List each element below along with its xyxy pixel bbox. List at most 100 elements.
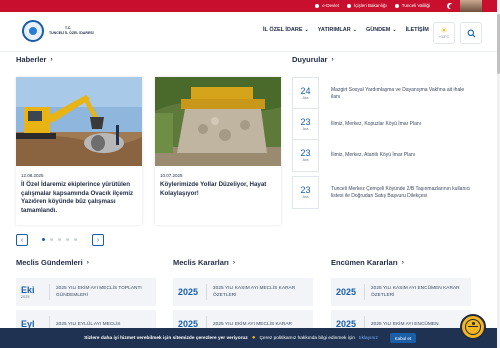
chevron-down-icon: ⌄ [352,27,357,33]
chevron-right-icon: › [232,259,236,266]
agenda-date: Eki 2025 [21,278,35,306]
logo-line-2: TUNCELİ İL ÖZEL İDARESİ [49,31,94,35]
news-image-excavator [16,77,142,166]
top-link-edevlet[interactable]: e-Devlet [315,2,339,10]
nav-iletisim[interactable]: İLETİŞİM [406,27,429,33]
slider-dot[interactable] [42,238,45,241]
announcement-text: İlimiz, Merkez, Atantlı Köyü İmar Planı [331,152,416,158]
top-link-valilik[interactable]: Tunceli Valiliği [394,2,430,10]
announcement-item[interactable]: 24 Ara Mazgirt Sosyal Yardımlaşma ve Day… [292,77,470,110]
slider-next-button[interactable]: › [92,234,104,246]
agenda-year: 2025 [21,294,30,299]
encumen-kararlari-heading[interactable]: Encümen Kararları › [331,258,404,267]
section-title: Encümen Kararları [331,258,398,267]
accessibility-icon [465,319,481,335]
top-link-label: İçişleri Bakanlığı [353,3,387,8]
slider-dot[interactable] [50,238,53,241]
section-title: Meclis Kararları [173,258,229,267]
meclis-gundemleri-heading[interactable]: Meclis Gündemleri › [16,258,89,267]
announcement-month: Ara [302,158,309,162]
slider-dot[interactable] [58,238,61,241]
nav-label: GÜNDEM [365,27,391,33]
duyurular-heading[interactable]: Duyurular › [292,55,334,64]
header: T.C. TUNCELİ İL ÖZEL İDARESİ İL ÖZEL İDA… [0,12,500,52]
news-date: 12.08.2025 [21,173,44,178]
council-decision-year-value: 2025 [336,287,357,297]
cookie-policy-link[interactable]: tıklayınız [359,336,378,341]
chevron-right-icon: › [86,259,89,266]
slider-prev-button[interactable]: ‹ [16,234,28,246]
announcement-month: Ara [302,96,309,100]
top-link-icisleri[interactable]: İçişleri Bakanlığı [346,2,387,10]
council-decision-item[interactable]: 2025 2025 YILI KASIM AYI ENCÜMEN KARAR Ö… [331,278,471,306]
news-image-road-work [155,77,281,166]
news-title: Köylerimizde Yollar Düzeliyor, Hayat Kol… [160,181,267,197]
news-date: 10.07.2025 [160,173,183,178]
council-decision-text: 2025 YILI KASIM AYI ENCÜMEN KARAR ÖZETLE… [371,286,460,298]
announcement-item[interactable]: 23 Ara İlimiz, Merkez, Kopuzlar Köyü İma… [292,108,470,141]
slider-dot[interactable] [74,238,77,241]
site-logo[interactable]: T.C. TUNCELİ İL ÖZEL İDARESİ [22,20,94,42]
section-title: Haberler [16,55,47,64]
weather-widget[interactable]: ☀ +13°C [433,22,455,44]
announcement-date: 24 Ara [292,77,319,110]
chevron-right-icon: › [401,259,404,266]
cookie-icon: ● [251,335,256,341]
announcement-day: 23 [300,148,311,158]
nav-il-ozel-idare[interactable]: İL ÖZEL İDARE ⌄ [263,27,309,33]
announcement-item[interactable]: 23 Ara Tunceli Merkez Çemçeli Köyünde 2/… [292,176,471,209]
chevron-down-icon: ⌄ [392,27,397,33]
top-link-label: e-Devlet [322,3,339,8]
logo-text: T.C. TUNCELİ İL ÖZEL İDARESİ [49,26,94,36]
news-card[interactable]: 12.08.2025 İl Özel İdaremiz ekiplerince … [16,77,142,225]
chevron-right-icon: › [331,56,334,63]
slider-dot[interactable] [66,238,69,241]
haberler-heading[interactable]: Haberler › [16,55,53,64]
bullet-icon [394,3,399,8]
agenda-item[interactable]: Eki 2025 2025 YILI EKİM AYI MECLİS TOPLA… [16,278,156,306]
bullet-icon [346,3,351,8]
agenda-text: 2025 YILI EKİM AYI MECLİS TOPLANTI GÜNDE… [56,286,142,298]
crescent-icon [447,3,454,9]
president-portrait[interactable] [460,0,482,12]
decision-item[interactable]: 2025 2025 YILI KASIM AYI MECLİS KARAR ÖZ… [173,278,313,306]
meclis-kararlari-heading[interactable]: Meclis Kararları › [173,258,235,267]
chevron-right-icon: › [50,56,53,63]
section-title: Meclis Gündemleri [16,258,83,267]
agenda-month: Eki [21,284,35,295]
announcement-day: 24 [300,86,311,96]
chevron-right-icon: › [96,236,100,244]
chevron-left-icon: ‹ [20,236,24,244]
decision-year-value: 2025 [178,287,199,297]
top-link-label: Tunceli Valiliği [401,3,430,8]
divider [49,284,50,300]
cookie-message-bold: Sizlere daha iyi hizmet verebilmek için … [84,335,248,341]
cookie-accept-button[interactable]: Kabul et [389,333,416,343]
announcement-day: 23 [300,117,311,127]
cookie-message: Sizlere daha iyi hizmet verebilmek için … [84,336,248,341]
nav-gundem[interactable]: GÜNDEM ⌄ [366,27,397,33]
turkish-flag-icon[interactable] [441,0,459,12]
announcement-day: 23 [300,185,311,195]
accessibility-button[interactable] [460,314,486,340]
chevron-down-icon: ⌄ [304,27,309,33]
decision-text: 2025 YILI KASIM AYI MECLİS KARAR ÖZETLER… [213,286,296,298]
section-title: Duyurular [292,55,328,64]
nav-label: YATIRIMLAR [317,27,351,33]
slider-dots [42,238,77,241]
announcement-item[interactable]: 23 Ara İlimiz, Merkez, Atantlı Köyü İmar… [292,139,470,172]
news-card[interactable]: 10.07.2025 Köylerimizde Yollar Düzeliyor… [155,77,281,225]
logo-emblem-icon [22,20,44,42]
news-title: İl Özel İdaremiz ekiplerince yürütülen ç… [21,181,134,214]
announcement-text: İlimiz, Merkez, Kopuzlar Köyü İmar Planı [331,121,422,127]
top-links: e-Devlet İçişleri Bakanlığı Tunceli Vali… [315,2,430,10]
announcement-date: 23 Ara [292,176,319,209]
weather-temperature: +13°C [438,34,450,39]
divider [206,284,207,300]
announcement-month: Ara [302,195,309,199]
search-button[interactable] [460,22,482,44]
council-decision-year: 2025 [336,278,356,306]
nav-yatirimlar[interactable]: YATIRIMLAR ⌄ [318,27,357,33]
divider [364,284,365,300]
announcement-date: 23 Ara [292,139,319,172]
